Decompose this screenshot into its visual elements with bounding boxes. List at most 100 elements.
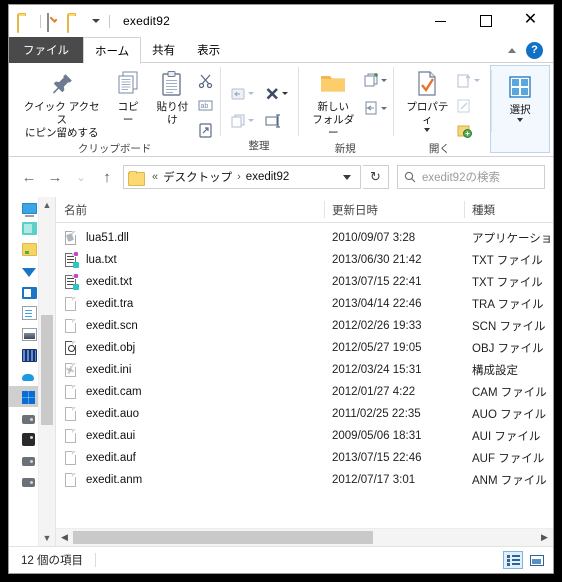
file-name-cell[interactable]: exedit.anm [56, 472, 324, 488]
sidebar-item-videos[interactable] [9, 344, 39, 365]
copy-to-button[interactable] [230, 110, 255, 131]
navigation-pane-scrollbar[interactable]: ▲ ▼ [38, 197, 55, 546]
column-header-date[interactable]: 更新日時 [324, 197, 464, 222]
address-dropdown-icon[interactable] [336, 166, 358, 188]
sidebar-item-drive-e[interactable] [9, 428, 39, 449]
breadcrumb-overflow[interactable]: « [149, 171, 161, 183]
table-row[interactable]: exedit.auf 2013/07/15 22:46 AUF ファイル [56, 447, 553, 469]
open-button[interactable] [456, 70, 481, 91]
scrollbar-thumb[interactable] [41, 315, 53, 425]
close-button[interactable]: ✕ [508, 5, 553, 37]
scroll-up-icon[interactable]: ▲ [39, 197, 55, 213]
table-row[interactable]: exedit.anm 2012/07/17 3:01 ANM ファイル [56, 469, 553, 491]
tab-home[interactable]: ホーム [83, 37, 142, 64]
new-item-icon [364, 73, 378, 87]
properties-dropdown-icon[interactable] [424, 127, 431, 132]
file-name-cell[interactable]: exedit.cam [56, 384, 324, 400]
table-row[interactable]: exedit.txt 2013/07/15 22:41 TXT ファイル [56, 271, 553, 293]
sidebar-item-onedrive[interactable] [9, 218, 39, 239]
properties-button[interactable]: プロパティ [399, 67, 457, 134]
refresh-button[interactable]: ↻ [363, 165, 389, 189]
help-icon[interactable]: ? [526, 41, 543, 59]
sidebar-item-docs-lib[interactable] [9, 302, 39, 323]
file-name-cell[interactable]: exedit.txt [56, 274, 324, 290]
table-row[interactable]: lua51.dll 2010/09/07 3:28 アプリケーション [56, 227, 553, 249]
sidebar-item-this-pc[interactable] [9, 281, 39, 302]
history-button[interactable] [456, 120, 480, 141]
file-name-cell[interactable]: exedit.scn [56, 318, 324, 334]
table-row[interactable]: exedit.scn 2012/02/26 19:33 SCN ファイル [56, 315, 553, 337]
scrollbar-thumb[interactable] [73, 531, 373, 544]
table-row[interactable]: exedit.ini 2012/03/24 15:31 構成設定 [56, 359, 553, 381]
folder-icon[interactable] [67, 13, 84, 33]
sidebar-item-windows-c[interactable] [9, 386, 39, 407]
back-button[interactable]: ← [17, 165, 41, 189]
table-row[interactable]: exedit.tra 2013/04/14 22:46 TRA ファイル [56, 293, 553, 315]
new-folder-button[interactable]: 新しい フォルダー [304, 67, 363, 141]
cut-button[interactable] [197, 70, 214, 91]
large-icons-view-button[interactable] [527, 551, 547, 569]
scrollbar-track[interactable] [73, 529, 536, 546]
file-name-cell[interactable]: exedit.auf [56, 450, 324, 466]
file-name-cell[interactable]: lua51.dll [56, 230, 324, 246]
sidebar-item-drive-f[interactable] [9, 449, 39, 470]
table-row[interactable]: exedit.aui 2009/05/06 18:31 AUI ファイル [56, 425, 553, 447]
sidebar-item-cloud[interactable] [9, 365, 39, 386]
recent-locations-button[interactable]: ⌄ [69, 165, 93, 189]
forward-button[interactable]: → [43, 165, 67, 189]
file-name-cell[interactable]: exedit.obj [56, 340, 324, 356]
details-view-button[interactable] [503, 551, 523, 569]
paste-shortcut-button[interactable] [197, 120, 214, 141]
sidebar-item-drive-d[interactable] [9, 407, 39, 428]
file-name-cell[interactable]: exedit.tra [56, 296, 324, 312]
tab-file[interactable]: ファイル [9, 37, 83, 63]
file-type: SCN ファイル [472, 321, 546, 333]
easy-access-button[interactable] [363, 98, 387, 119]
file-name-cell[interactable]: exedit.auo [56, 406, 324, 422]
column-header-type[interactable]: 種類 [464, 197, 553, 222]
delete-button[interactable] [264, 83, 289, 104]
sidebar-item-desktop[interactable] [9, 197, 39, 218]
table-row[interactable]: exedit.obj 2012/05/27 19:05 OBJ ファイル [56, 337, 553, 359]
breadcrumb-desktop[interactable]: デスクトップ [161, 169, 234, 185]
collapse-ribbon-icon[interactable] [508, 47, 516, 53]
select-button[interactable]: 選択 [503, 70, 537, 124]
copy-button[interactable]: コピー [108, 67, 147, 129]
table-row[interactable]: exedit.cam 2012/01/27 4:22 CAM ファイル [56, 381, 553, 403]
paste-button[interactable]: 貼り付け [148, 67, 198, 129]
folder-icon[interactable] [17, 13, 34, 33]
select-dropdown-icon[interactable] [517, 117, 524, 122]
sidebar-item-pictures[interactable] [9, 323, 39, 344]
file-name-cell[interactable]: exedit.aui [56, 428, 324, 444]
monitor-icon [22, 203, 37, 217]
copy-path-button[interactable]: ab [197, 95, 214, 116]
maximize-button[interactable] [463, 5, 508, 37]
edit-button[interactable] [456, 95, 480, 116]
tab-share[interactable]: 共有 [141, 37, 186, 63]
horizontal-scrollbar[interactable]: ◀ ▶ [56, 528, 553, 546]
move-to-button[interactable] [230, 83, 255, 104]
sidebar-item-documents[interactable] [9, 239, 39, 260]
file-name-cell[interactable]: lua.txt [56, 252, 324, 268]
search-box[interactable]: exedit92の検索 [397, 165, 545, 189]
screenshot-root: exedit92 ✕ ファイル ホーム 共有 表示 ? クイック アクセス にピ… [0, 0, 562, 582]
sidebar-item-downloads[interactable] [9, 260, 39, 281]
sidebar-item-drive-g[interactable] [9, 470, 39, 491]
tab-view[interactable]: 表示 [186, 37, 231, 63]
new-item-button[interactable] [363, 70, 387, 91]
quick-access-dropdown-icon[interactable] [87, 13, 103, 30]
file-name-cell[interactable]: exedit.ini [56, 362, 324, 378]
address-bar[interactable]: « デスクトップ › exedit92 [123, 165, 361, 189]
scroll-left-icon[interactable]: ◀ [56, 529, 73, 546]
column-header-name[interactable]: 名前 [56, 197, 324, 222]
table-row[interactable]: exedit.auo 2011/02/25 22:35 AUO ファイル [56, 403, 553, 425]
properties-icon[interactable] [47, 12, 64, 32]
pin-to-quick-access-button[interactable]: クイック アクセス にピン留めする [15, 67, 108, 141]
minimize-button[interactable] [418, 5, 463, 37]
table-row[interactable]: lua.txt 2013/06/30 21:42 TXT ファイル [56, 249, 553, 271]
up-button[interactable]: ↑ [95, 165, 119, 189]
rename-button[interactable] [264, 110, 288, 131]
scroll-right-icon[interactable]: ▶ [536, 529, 553, 546]
scroll-down-icon[interactable]: ▼ [39, 530, 55, 546]
breadcrumb-exedit92[interactable]: exedit92 [244, 171, 291, 183]
